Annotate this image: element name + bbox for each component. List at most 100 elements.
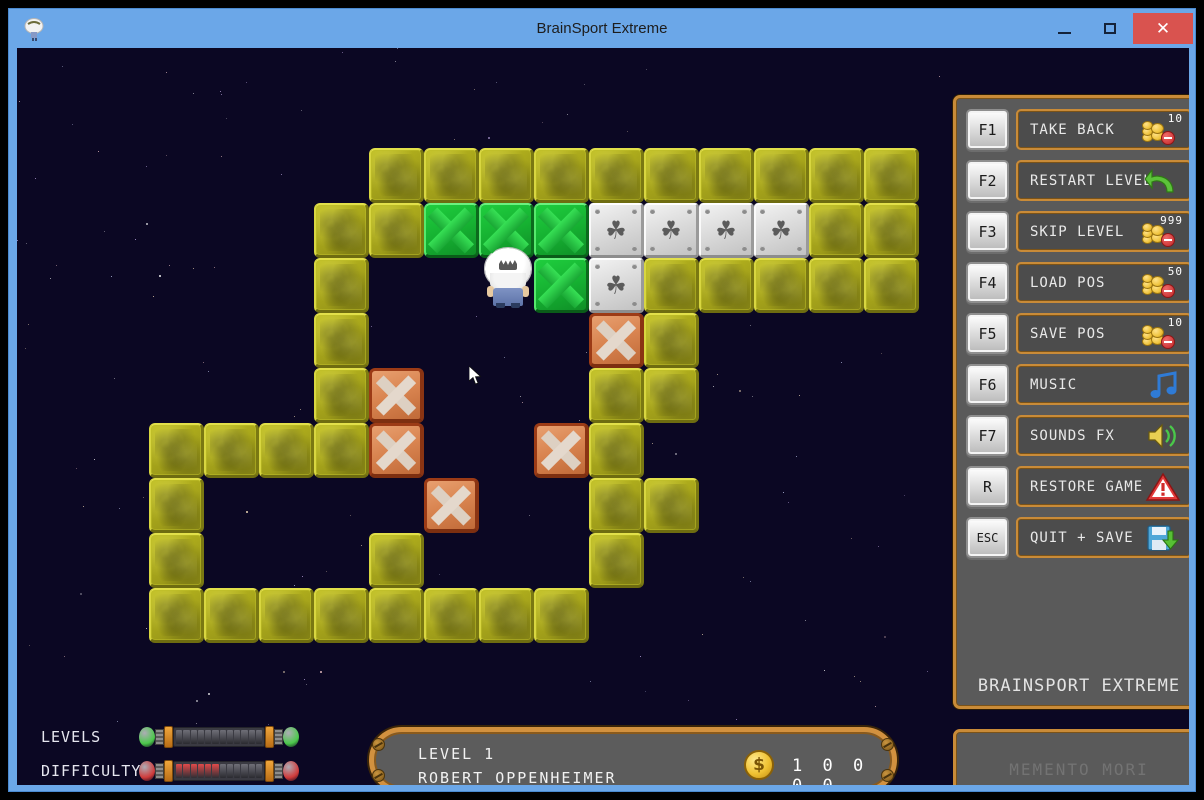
board-tile-wall[interactable] [589,478,644,533]
board-tile-wall[interactable] [589,423,644,478]
keycap-f4[interactable]: F4 [966,262,1009,303]
board-tile-wall[interactable] [699,148,754,203]
rivet [760,246,765,251]
menu-item-body[interactable]: TAKE BACK 10 [1016,109,1189,150]
board-tile-plate[interactable]: ☘ [644,203,699,258]
board-tile-wall[interactable] [204,588,259,643]
board-tile-wall[interactable] [149,533,204,588]
board-tile-wall[interactable] [259,588,314,643]
board-tile-wall[interactable] [589,533,644,588]
keycap-f6[interactable]: F6 [966,364,1009,405]
board-tile-wall[interactable] [479,588,534,643]
board-tile-plate[interactable]: ☘ [589,203,644,258]
board-tile-green[interactable] [424,203,479,258]
board-tile-plate[interactable]: ☘ [699,203,754,258]
game-viewport[interactable]: ☘☘☘☘☘ LEVELSDIFFICULTYBONUS [17,48,1189,785]
meter-track[interactable] [173,761,265,781]
board-tile-plate[interactable]: ☘ [754,203,809,258]
board-tile-wall[interactable] [754,258,809,313]
menu-item-sounds-fx[interactable]: F7 SOUNDS FX [966,413,1189,458]
meter-bar[interactable] [139,760,299,782]
minimize-button[interactable] [1041,13,1087,44]
board-tile-wall[interactable] [149,588,204,643]
board-tile-crate[interactable] [369,368,424,423]
menu-item-music[interactable]: F6 MUSIC [966,362,1189,407]
menu-item-label: RESTART LEVEL [1030,172,1153,189]
board-tile-plate[interactable]: ☘ [589,258,644,313]
meter-segment [226,730,233,744]
hint-panel[interactable]: MEMENTO MORI [953,729,1189,785]
menu-item-body[interactable]: RESTORE GAME [1016,466,1189,507]
board-tile-wall[interactable] [809,148,864,203]
keycap-f1[interactable]: F1 [966,109,1009,150]
keycap-r[interactable]: R [966,466,1009,507]
maximize-button[interactable] [1087,13,1133,44]
menu-item-load-pos[interactable]: F4 LOAD POS 50 [966,260,1189,305]
board-tile-green[interactable] [534,258,589,313]
player-character[interactable] [480,246,536,308]
board-tile-wall[interactable] [754,148,809,203]
board-tile-crate[interactable] [369,423,424,478]
keycap-f5[interactable]: F5 [966,313,1009,354]
board-tile-wall[interactable] [479,148,534,203]
not-allowed-badge-icon [1161,334,1175,349]
board-tile-wall[interactable] [644,258,699,313]
menu-item-take-back[interactable]: F1 TAKE BACK 10 [966,107,1189,152]
board-tile-wall[interactable] [369,533,424,588]
board-tile-wall[interactable] [314,423,369,478]
board-tile-wall[interactable] [809,203,864,258]
board-tile-wall[interactable] [314,588,369,643]
menu-item-body[interactable]: SAVE POS 10 [1016,313,1189,354]
menu-item-body[interactable]: SKIP LEVEL 999 [1016,211,1189,252]
board-tile-wall[interactable] [809,258,864,313]
board-tile-wall[interactable] [424,588,479,643]
board-tile-wall[interactable] [644,313,699,368]
menu-item-save-pos[interactable]: F5 SAVE POS 10 [966,311,1189,356]
board-tile-wall[interactable] [864,148,919,203]
board-tile-wall[interactable] [644,368,699,423]
board-tile-wall[interactable] [369,148,424,203]
menu-item-body[interactable]: MUSIC [1016,364,1189,405]
board-tile-wall[interactable] [424,148,479,203]
board-tile-wall[interactable] [534,148,589,203]
board-tile-wall[interactable] [314,258,369,313]
board-tile-wall[interactable] [149,423,204,478]
board-tile-wall[interactable] [314,368,369,423]
menu-item-restart-level[interactable]: F2 RESTART LEVEL [966,158,1189,203]
close-button[interactable]: ✕ [1133,13,1193,44]
board-tile-wall[interactable] [369,588,424,643]
board-tile-wall[interactable] [314,203,369,258]
keycap-esc[interactable]: ESC [966,517,1009,558]
board-tile-wall[interactable] [314,313,369,368]
menu-item-restore-game[interactable]: R RESTORE GAME [966,464,1189,509]
menu-item-quit-and-save[interactable]: ESC QUIT + SAVE [966,515,1189,560]
menu-item-body[interactable]: QUIT + SAVE [1016,517,1189,558]
menu-item-skip-level[interactable]: F3 SKIP LEVEL 999 [966,209,1189,254]
board-tile-wall[interactable] [864,203,919,258]
meter-bar[interactable] [139,726,299,748]
keycap-f3[interactable]: F3 [966,211,1009,252]
menu-item-label: SOUNDS FX [1030,427,1115,444]
board-tile-wall[interactable] [864,258,919,313]
board-tile-wall[interactable] [699,258,754,313]
board-tile-wall[interactable] [589,148,644,203]
not-allowed-badge-icon [1161,232,1175,247]
menu-item-body[interactable]: LOAD POS 50 [1016,262,1189,303]
board-tile-wall[interactable] [259,423,314,478]
menu-item-body[interactable]: SOUNDS FX [1016,415,1189,456]
board-tile-wall[interactable] [204,423,259,478]
board-tile-green[interactable] [534,203,589,258]
board-tile-wall[interactable] [369,203,424,258]
board-tile-crate[interactable] [424,478,479,533]
board-tile-crate[interactable] [589,313,644,368]
board-tile-wall[interactable] [644,478,699,533]
board-tile-wall[interactable] [534,588,589,643]
keycap-f7[interactable]: F7 [966,415,1009,456]
meter-track[interactable] [173,727,265,747]
keycap-f2[interactable]: F2 [966,160,1009,201]
board-tile-wall[interactable] [149,478,204,533]
board-tile-wall[interactable] [589,368,644,423]
board-tile-crate[interactable] [534,423,589,478]
menu-item-body[interactable]: RESTART LEVEL [1016,160,1189,201]
board-tile-wall[interactable] [644,148,699,203]
